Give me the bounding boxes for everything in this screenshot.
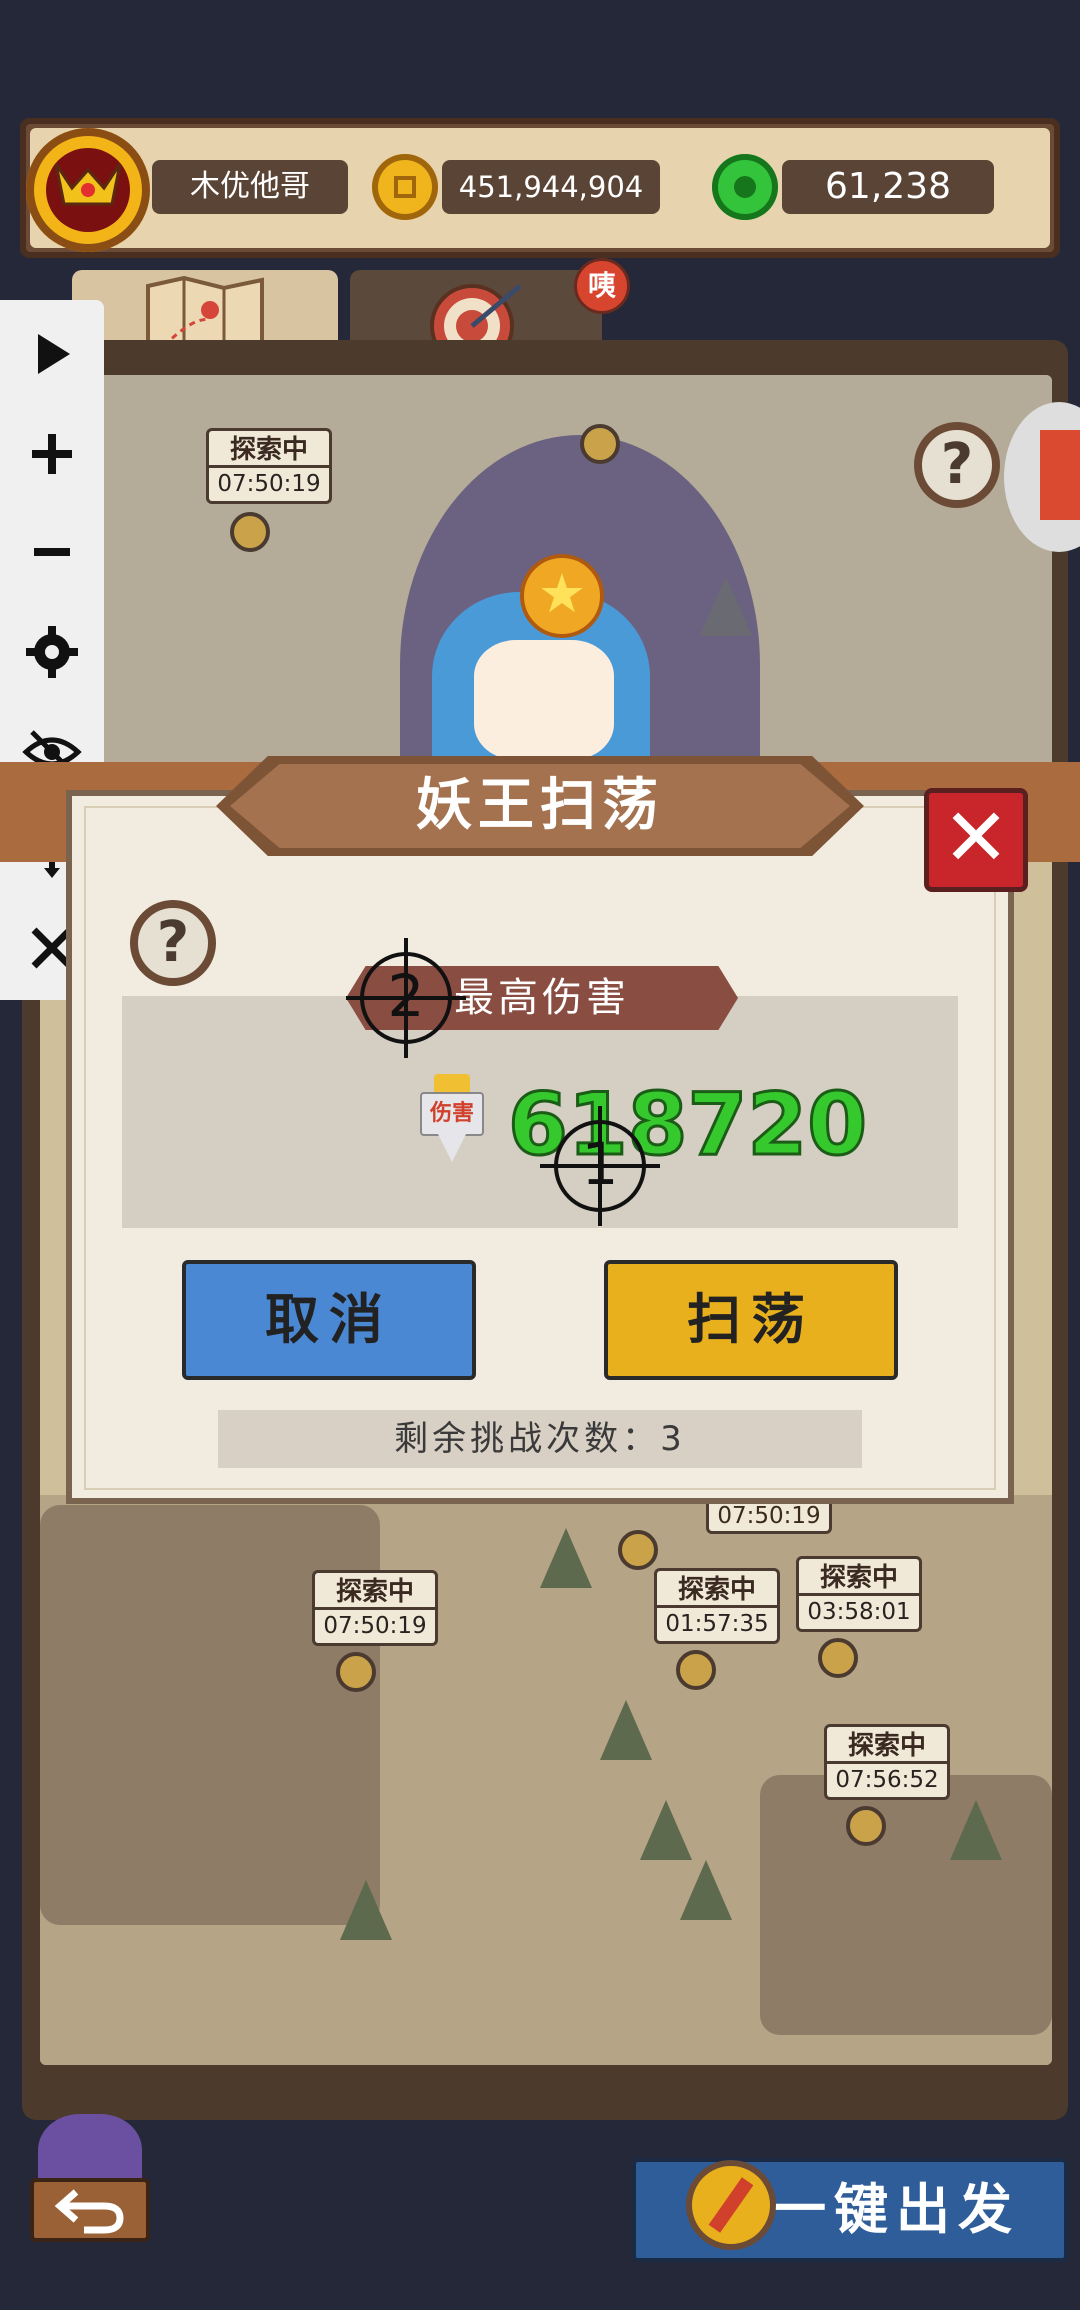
map-pin[interactable] — [580, 424, 620, 464]
damage-sword-hilt — [434, 1074, 470, 1094]
damage-sword-icon: 伤害 — [420, 1074, 484, 1162]
map-pin[interactable] — [230, 512, 270, 552]
dialog-title: 妖王扫荡 — [416, 773, 664, 838]
cliff-rock-left — [40, 1505, 380, 1925]
map-help-button[interactable]: ? — [914, 422, 1000, 508]
tree — [600, 1700, 652, 1760]
map-pin[interactable] — [846, 1806, 886, 1846]
tree — [540, 1528, 592, 1588]
tree — [640, 1800, 692, 1860]
zoom-out-icon[interactable] — [20, 520, 84, 584]
star-orb-icon: ★ — [520, 554, 604, 638]
back-button[interactable] — [20, 2100, 160, 2250]
map-pin[interactable] — [618, 1530, 658, 1570]
tree — [700, 576, 752, 636]
gold-count: 451,944,904 — [442, 160, 660, 214]
scouting-badge[interactable]: 探索中 03:58:01 — [796, 1556, 922, 1642]
scouting-badge[interactable]: 探索中 07:56:52 — [824, 1724, 950, 1810]
demon-helmet-icon — [54, 163, 122, 206]
book-icon — [1040, 430, 1080, 520]
map-pin[interactable] — [336, 1652, 376, 1692]
player-name: 木优他哥 — [152, 160, 348, 214]
tap-marker-1-label: 1 — [581, 1130, 619, 1198]
map-pin[interactable] — [818, 1638, 858, 1678]
tree — [340, 1880, 392, 1940]
tree — [680, 1860, 732, 1920]
jade-icon-hole — [734, 176, 756, 198]
close-button[interactable]: ✕ — [924, 788, 1028, 892]
remaining-attempts: 剩余挑战次数：3 — [218, 1410, 862, 1468]
cliff-rock-right — [760, 1775, 1052, 2035]
play-icon[interactable] — [20, 322, 84, 386]
damage-sword-tip — [438, 1134, 466, 1162]
dialog-help-button[interactable]: ? — [130, 900, 216, 986]
sweep-button[interactable]: 扫荡 — [604, 1260, 898, 1380]
scouting-badge[interactable]: 探索中 07:50:19 — [312, 1570, 438, 1656]
tap-marker-2-label: 2 — [387, 962, 425, 1030]
boss-face — [474, 640, 614, 760]
gear-icon[interactable] — [20, 620, 84, 684]
notification-badge: 咦 — [574, 258, 630, 314]
gold-coin-hole — [394, 176, 416, 198]
jade-count: 61,238 — [782, 160, 994, 214]
return-arrow-icon — [54, 2189, 124, 2234]
cancel-button[interactable]: 取消 — [182, 1260, 476, 1380]
scouting-badge[interactable]: 探索中 07:50:19 — [206, 428, 332, 514]
scouting-badge[interactable]: 探索中 01:57:35 — [654, 1568, 780, 1654]
map-pin[interactable] — [676, 1650, 716, 1690]
tree — [950, 1800, 1002, 1860]
damage-icon-text: 伤害 — [429, 1101, 474, 1126]
zoom-in-icon[interactable] — [20, 422, 84, 486]
